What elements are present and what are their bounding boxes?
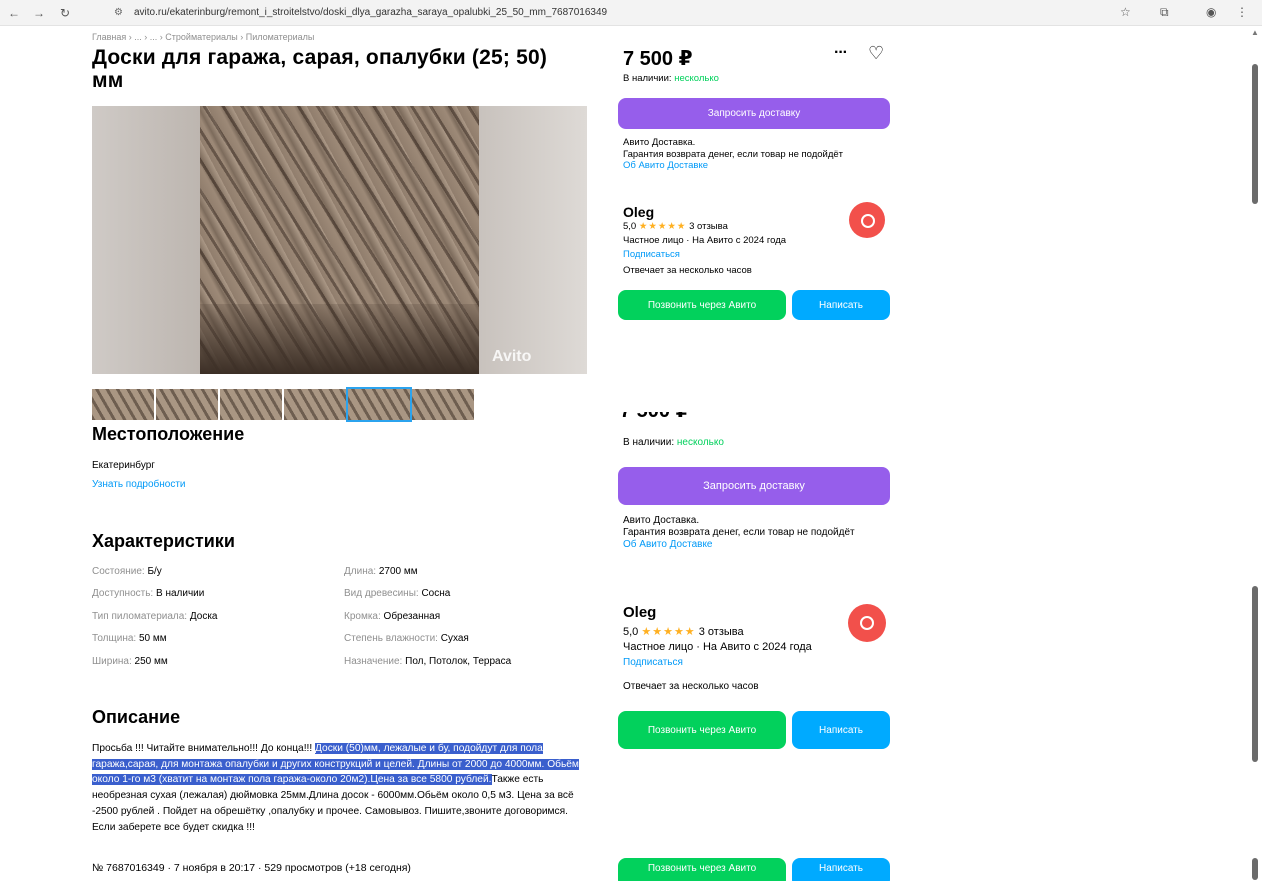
- subscribe-link[interactable]: Подписаться: [623, 249, 680, 260]
- seller-name[interactable]: Oleg: [623, 204, 654, 220]
- seller-rating: 5,0 ★★★★★ 3 отзыва: [623, 221, 728, 232]
- listing-meta: № 7687016349 · 7 ноября в 20:17 · 529 пр…: [92, 862, 411, 874]
- breadcrumb-item[interactable]: ...: [150, 32, 158, 42]
- subscribe-link-2[interactable]: Подписаться: [623, 657, 683, 668]
- stock-status: В наличии: несколько: [623, 73, 719, 84]
- stars-icon: ★★★★★: [638, 221, 687, 232]
- write-button-2[interactable]: Написать: [792, 711, 890, 749]
- delivery-link-2[interactable]: Об Авито Доставке: [623, 539, 713, 550]
- char-row: Степень влажности: Сухая: [344, 633, 469, 644]
- scroll-up-icon[interactable]: ▲: [1251, 28, 1259, 37]
- call-button[interactable]: Позвонить через Авито: [618, 290, 786, 320]
- seller-avatar-2[interactable]: [848, 604, 886, 642]
- profile-icon[interactable]: ◉: [1206, 5, 1216, 19]
- site-settings-icon[interactable]: ⚙: [114, 4, 123, 22]
- page-scrollbar[interactable]: ▲: [1248, 26, 1262, 881]
- menu-icon[interactable]: ⋮: [1236, 5, 1248, 19]
- breadcrumb-building-materials[interactable]: Стройматериалы: [165, 32, 237, 42]
- char-row: Доступность: В наличии: [92, 588, 205, 599]
- char-row: Назначение: Пол, Потолок, Терраса: [344, 656, 512, 667]
- seller-info-2: Частное лицо · На Авито с 2024 года: [623, 641, 812, 653]
- description-heading: Описание: [92, 707, 181, 727]
- seller-avatar[interactable]: [849, 202, 885, 238]
- breadcrumb: Главная › ... › ... › Стройматериалы › П…: [92, 32, 315, 42]
- photo-blur-left: [92, 106, 200, 374]
- breadcrumb-home[interactable]: Главная: [92, 32, 126, 42]
- thumbnail[interactable]: [220, 389, 282, 420]
- more-icon[interactable]: ···: [834, 44, 848, 62]
- write-button-3[interactable]: Написать: [792, 858, 890, 881]
- scrollbar-thumb-secondary[interactable]: [1252, 586, 1258, 762]
- location-heading: Местоположение: [92, 424, 245, 444]
- breadcrumb-item[interactable]: ...: [134, 32, 142, 42]
- char-row: Тип пиломатериала: Доска: [92, 611, 218, 622]
- thumbnail[interactable]: [156, 389, 218, 420]
- thumbnail[interactable]: [284, 389, 346, 420]
- seller-name-2[interactable]: Oleg: [623, 604, 656, 621]
- request-delivery-button[interactable]: Запросить доставку: [618, 98, 890, 129]
- page-title: Доски для гаража, сарая, опалубки (25; 5…: [92, 46, 548, 92]
- breadcrumb-lumber[interactable]: Пиломатериалы: [246, 32, 315, 42]
- thumbnail[interactable]: [412, 389, 474, 420]
- location-city: Екатеринбург: [92, 460, 155, 471]
- request-delivery-button-2[interactable]: Запросить доставку: [618, 467, 890, 505]
- photo-blur-right: [479, 106, 587, 374]
- scrollbar-thumb[interactable]: [1252, 64, 1258, 204]
- stars-icon: ★★★★★: [641, 626, 696, 638]
- char-row: Кромка: Обрезанная: [344, 611, 441, 622]
- call-button-3[interactable]: Позвонить через Авито: [618, 858, 786, 881]
- heart-icon[interactable]: ♡: [868, 43, 884, 64]
- forward-icon[interactable]: →: [31, 5, 47, 21]
- price-cut-off: 7 500 ₽: [620, 412, 920, 420]
- description-text: Просьба !!! Читайте внимательно!!! До ко…: [92, 743, 579, 833]
- reload-icon[interactable]: ↻: [57, 5, 73, 21]
- response-time: Отвечает за несколько часов: [623, 265, 752, 276]
- thumbnail-active[interactable]: [346, 387, 412, 422]
- extensions-icon[interactable]: ⧉: [1160, 5, 1169, 20]
- url-text: avito.ru/ekaterinburg/remont_i_stroitels…: [134, 7, 608, 18]
- price: 7 500 ₽: [623, 48, 693, 70]
- back-icon[interactable]: ←: [6, 5, 22, 21]
- char-row: Длина: 2700 мм: [344, 566, 418, 577]
- delivery-link[interactable]: Об Авито Доставке: [623, 160, 708, 171]
- char-row: Ширина: 250 мм: [92, 656, 168, 667]
- scrollbar-thumb-bottom[interactable]: [1252, 858, 1258, 880]
- characteristics-heading: Характеристики: [92, 531, 235, 551]
- char-row: Вид древесины: Сосна: [344, 588, 451, 599]
- photo-lumber: [200, 106, 479, 374]
- write-button[interactable]: Написать: [792, 290, 890, 320]
- address-bar[interactable]: ⚙ avito.ru/ekaterinburg/remont_i_stroite…: [108, 4, 1208, 22]
- char-row: Толщина: 50 мм: [92, 633, 167, 644]
- stock-status-2: В наличии: несколько: [623, 437, 724, 448]
- call-button-2[interactable]: Позвонить через Авито: [618, 711, 786, 749]
- response-time-2: Отвечает за несколько часов: [623, 681, 759, 692]
- bookmark-star-icon[interactable]: ☆: [1120, 5, 1131, 19]
- browser-toolbar: ← → ↻ ⚙ avito.ru/ekaterinburg/remont_i_s…: [0, 0, 1262, 26]
- seller-rating-2: 5,0 ★★★★★ 3 отзыва: [623, 626, 744, 638]
- seller-info: Частное лицо · На Авито с 2024 года: [623, 235, 787, 246]
- main-photo[interactable]: Avito: [92, 106, 587, 374]
- char-row: Состояние: Б/у: [92, 566, 162, 577]
- delivery-info: Авито Доставка. Гарантия возврата денег,…: [623, 137, 844, 171]
- delivery-info-2: Авито Доставка. Гарантия возврата денег,…: [623, 515, 855, 550]
- photo-watermark: Avito: [492, 348, 532, 365]
- location-details-link[interactable]: Узнать подробности: [92, 479, 186, 490]
- thumbnail[interactable]: [92, 389, 154, 420]
